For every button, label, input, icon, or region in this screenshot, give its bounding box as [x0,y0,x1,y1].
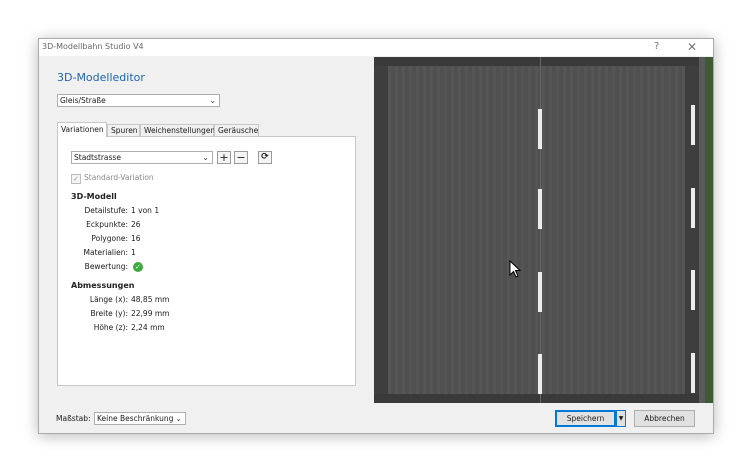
height-label: Höhe (z): [93,323,128,332]
materials-value: 1 [131,248,136,257]
tab-spuren[interactable]: Spuren [107,124,140,136]
rating-label: Bewertung: [84,262,128,271]
road-top-border [374,57,699,66]
check-circle-icon: ✓ [133,262,143,272]
width-value: 22,99 mm [131,309,170,318]
lane-marking [538,272,542,312]
remove-variation-button[interactable]: − [234,151,248,164]
vertices-value: 26 [131,220,141,229]
detail-label: Detailstufe: [84,206,128,215]
scale-label: Maßstab: [56,414,91,423]
add-variation-button[interactable]: + [217,151,231,164]
lane-marking [538,189,542,229]
standard-variation-checkbox-row[interactable]: ✓ Standard-Variation [71,173,154,184]
category-dropdown[interactable]: Gleis/Straße ⌄ [57,94,220,107]
lane-marking [691,188,695,228]
refresh-icon[interactable]: ⟳ [258,151,272,164]
chevron-down-icon: ⌄ [202,153,209,162]
tab-variationen[interactable]: Variationen [57,122,107,137]
3d-preview-viewport[interactable] [374,57,713,403]
lane-marking [538,109,542,149]
tab-weichenstellungen[interactable]: Weichenstellungen [140,124,216,136]
save-button[interactable]: Speichern [555,410,616,427]
tab-label: Geräusche [218,126,259,135]
model-section-title: 3D-Modell [71,192,117,201]
grass-strip [699,57,713,403]
save-options-dropdown-icon[interactable]: ▼ [616,410,626,427]
materials-label: Materialien: [83,248,128,257]
scale-dropdown[interactable]: Keine Beschränkung ⌄ [94,412,186,425]
tab-label: Spuren [111,126,138,135]
road-curb-left [374,57,388,403]
variations-panel: Stadtstrasse ⌄ + − ⟳ ✓ Standard-Variation… [57,136,356,386]
standard-variation-label: Standard-Variation [84,173,154,182]
cancel-button[interactable]: Abbrechen [634,410,695,427]
length-label: Länge (x): [89,295,128,304]
polygons-label: Polygone: [91,234,128,243]
width-label: Breite (y): [90,309,128,318]
help-icon[interactable]: ? [654,41,659,52]
chevron-down-icon: ⌄ [209,96,216,105]
lane-marking [691,105,695,145]
window-title: 3D-Modellbahn Studio V4 [42,42,144,51]
variation-dropdown[interactable]: Stadtstrasse ⌄ [71,151,213,164]
height-value: 2,24 mm [131,323,165,332]
polygons-value: 16 [131,234,141,243]
vertices-label: Eckpunkte: [86,220,128,229]
chevron-down-icon: ⌄ [175,414,182,423]
tab-label: Weichenstellungen [144,126,216,135]
title-bar: 3D-Modellbahn Studio V4 ? ✕ [39,39,713,56]
detail-value: 1 von 1 [131,206,160,215]
lane-marking [691,353,695,393]
dimensions-section-title: Abmessungen [71,281,135,290]
editor-heading: 3D-Modelleditor [57,71,145,84]
lane-marking [538,354,542,394]
scale-value: Keine Beschränkung [97,414,174,423]
road-surface [374,57,699,403]
road-bottom-border [374,394,699,403]
tab-geraeusche[interactable]: Geräusche [214,124,259,136]
close-icon[interactable]: ✕ [687,40,697,54]
variation-value: Stadtstrasse [74,153,121,162]
tab-label: Variationen [61,125,104,134]
lane-marking [691,270,695,310]
category-value: Gleis/Straße [60,96,106,105]
mouse-cursor-icon [509,260,522,278]
editor-window: 3D-Modellbahn Studio V4 ? ✕ 3D-Modelledi… [38,38,714,434]
checkbox-icon[interactable]: ✓ [71,174,81,184]
length-value: 48,85 mm [131,295,170,304]
